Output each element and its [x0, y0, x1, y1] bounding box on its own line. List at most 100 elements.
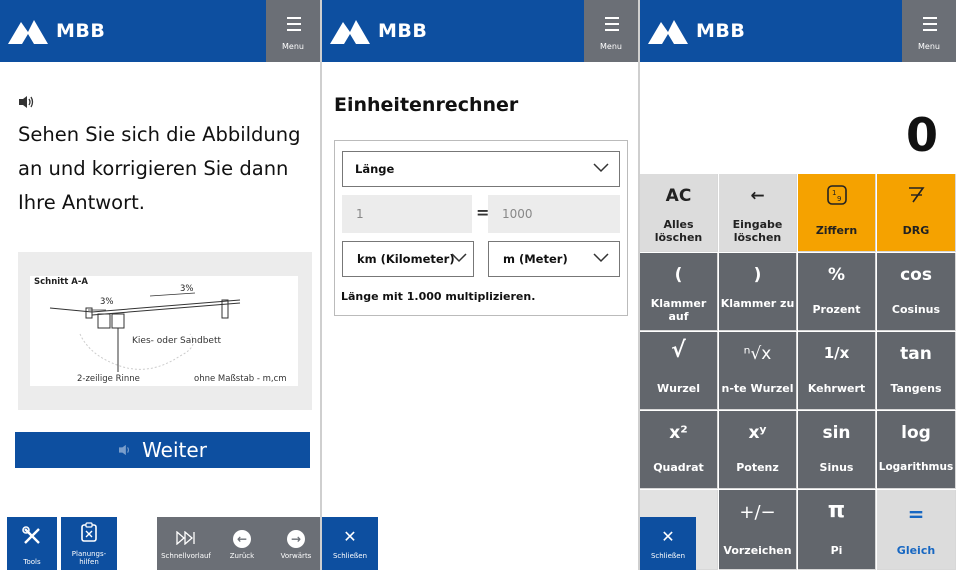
to-unit-value: m (Meter)	[503, 252, 568, 266]
key-reciprocal[interactable]: 1/x Kehrwert	[798, 332, 876, 410]
hamburger-icon	[605, 17, 619, 35]
menu-button[interactable]: Menu	[584, 0, 638, 62]
key-symbol: √	[671, 338, 686, 363]
fast-forward-button[interactable]: Schnellvorlauf	[157, 517, 215, 570]
key-symbol: )	[753, 265, 762, 285]
input-value-field[interactable]: 1	[342, 195, 472, 233]
from-unit-select[interactable]: km (Kilometer)	[342, 241, 474, 277]
arrow-left-icon: ←	[233, 530, 251, 548]
calculator-display: 0	[905, 108, 938, 162]
key-nth-root[interactable]: ⁿ√x n-te Wurzel	[719, 332, 797, 410]
key-label: Ziffern	[815, 224, 858, 237]
tools-button[interactable]: Tools	[7, 517, 57, 570]
output-value: 1000	[502, 207, 533, 221]
key-digits[interactable]: 1 9 Ziffern	[798, 174, 876, 252]
tools-icon	[22, 526, 40, 544]
planning-aids-label: Planungs- hilfen	[71, 550, 107, 566]
digits-icon: 1 9	[827, 185, 847, 205]
header-bar: MBB Menu	[640, 0, 956, 62]
close-button[interactable]: ✕ Schließen	[640, 517, 696, 570]
close-icon: ✕	[661, 527, 675, 546]
close-icon: ✕	[343, 527, 357, 546]
key-symbol: AC	[665, 186, 692, 206]
planning-aids-button[interactable]: Planungs- hilfen	[61, 517, 117, 570]
key-label: Wurzel	[656, 382, 701, 395]
key-symbol: log	[901, 423, 931, 443]
slope-label-right: 3%	[180, 284, 194, 294]
key-label: Potenz	[736, 461, 779, 474]
menu-label: Menu	[918, 42, 940, 51]
next-button[interactable]: Weiter	[15, 432, 310, 468]
menu-label: Menu	[282, 42, 304, 51]
key-symbol: =	[907, 502, 925, 526]
calculator-keypad: AC Alles löschen ← Eingabe löschen 1 9 Z…	[640, 174, 956, 570]
key-label: Sinus	[819, 461, 854, 474]
speaker-icon	[119, 444, 130, 456]
angle-mode-icon	[909, 187, 925, 203]
category-value: Länge	[355, 162, 395, 176]
next-button-label: Weiter	[142, 438, 207, 462]
page-title: Einheitenrechner	[334, 94, 519, 116]
back-button[interactable]: ← Zurück	[219, 517, 265, 570]
key-power[interactable]: xʸ Potenz	[719, 411, 797, 489]
section-drawing: Schnitt A-A 3% 3% Kies- oder Sandbett 2-…	[30, 276, 298, 386]
header-bar: MBB Menu	[322, 0, 638, 62]
key-label: Gleich	[896, 544, 936, 557]
speaker-icon[interactable]	[18, 95, 34, 109]
key-cos[interactable]: cos Cosinus	[877, 253, 956, 331]
key-label: Cosinus	[891, 303, 941, 316]
key-backspace[interactable]: ← Eingabe löschen	[719, 174, 797, 252]
key-pi[interactable]: π Pi	[798, 490, 876, 570]
key-symbol: xʸ	[748, 423, 767, 443]
header-bar: MBB Menu	[0, 0, 320, 62]
category-select[interactable]: Länge	[342, 151, 620, 187]
key-symbol: cos	[900, 265, 932, 285]
key-percent[interactable]: % Prozent	[798, 253, 876, 331]
menu-button[interactable]: Menu	[902, 0, 956, 62]
input-value: 1	[356, 207, 364, 221]
key-label: Kehrwert	[807, 382, 866, 395]
key-label: Alles löschen	[654, 218, 703, 244]
fast-forward-icon	[176, 531, 195, 545]
chevron-down-icon	[593, 253, 609, 263]
hamburger-icon	[287, 17, 301, 35]
key-equals[interactable]: = Gleich	[877, 490, 956, 570]
from-unit-value: km (Kilometer)	[357, 252, 455, 266]
close-button[interactable]: ✕ Schließen	[322, 517, 378, 570]
app-logo: MBB	[648, 14, 768, 48]
fast-forward-label: Schnellvorlauf	[161, 552, 211, 560]
key-symbol: +/−	[739, 502, 776, 523]
back-label: Zurück	[229, 552, 255, 560]
arrow-right-icon: →	[287, 530, 305, 548]
key-label: Tangens	[890, 382, 942, 395]
forward-button[interactable]: → Vorwärts	[273, 517, 319, 570]
key-square[interactable]: x² Quadrat	[640, 411, 718, 489]
clipboard-icon	[81, 522, 97, 542]
key-sin[interactable]: sin Sinus	[798, 411, 876, 489]
key-label: Klammer auf	[650, 297, 707, 323]
lesson-panel: MBB Menu Sehen Sie sich die Abbildung an…	[0, 0, 320, 570]
key-sign[interactable]: +/− Vorzeichen	[719, 490, 797, 570]
output-value-field: 1000	[488, 195, 620, 233]
key-log[interactable]: log Logarithmus	[877, 411, 956, 489]
key-symbol: tan	[900, 344, 932, 364]
key-sqrt[interactable]: √ Wurzel	[640, 332, 718, 410]
menu-button[interactable]: Menu	[266, 0, 320, 62]
app-logo: MBB	[330, 14, 450, 48]
close-label: Schließen	[650, 552, 686, 560]
key-symbol: sin	[822, 423, 851, 443]
key-tan[interactable]: tan Tangens	[877, 332, 956, 410]
drawing-lines	[49, 292, 241, 372]
close-label: Schließen	[332, 552, 368, 560]
key-close-paren[interactable]: ) Klammer zu	[719, 253, 797, 331]
to-unit-select[interactable]: m (Meter)	[488, 241, 620, 277]
key-open-paren[interactable]: ( Klammer auf	[640, 253, 718, 331]
chevron-down-icon	[451, 253, 467, 263]
key-all-clear[interactable]: AC Alles löschen	[640, 174, 718, 252]
key-symbol: ⁿ√x	[743, 344, 772, 364]
tools-label: Tools	[23, 558, 41, 566]
key-drg[interactable]: DRG	[877, 174, 956, 252]
bed-label: Kies- oder Sandbett	[132, 336, 222, 346]
conversion-hint: Länge mit 1.000 multiplizieren.	[341, 290, 536, 303]
key-label: DRG	[902, 224, 930, 237]
